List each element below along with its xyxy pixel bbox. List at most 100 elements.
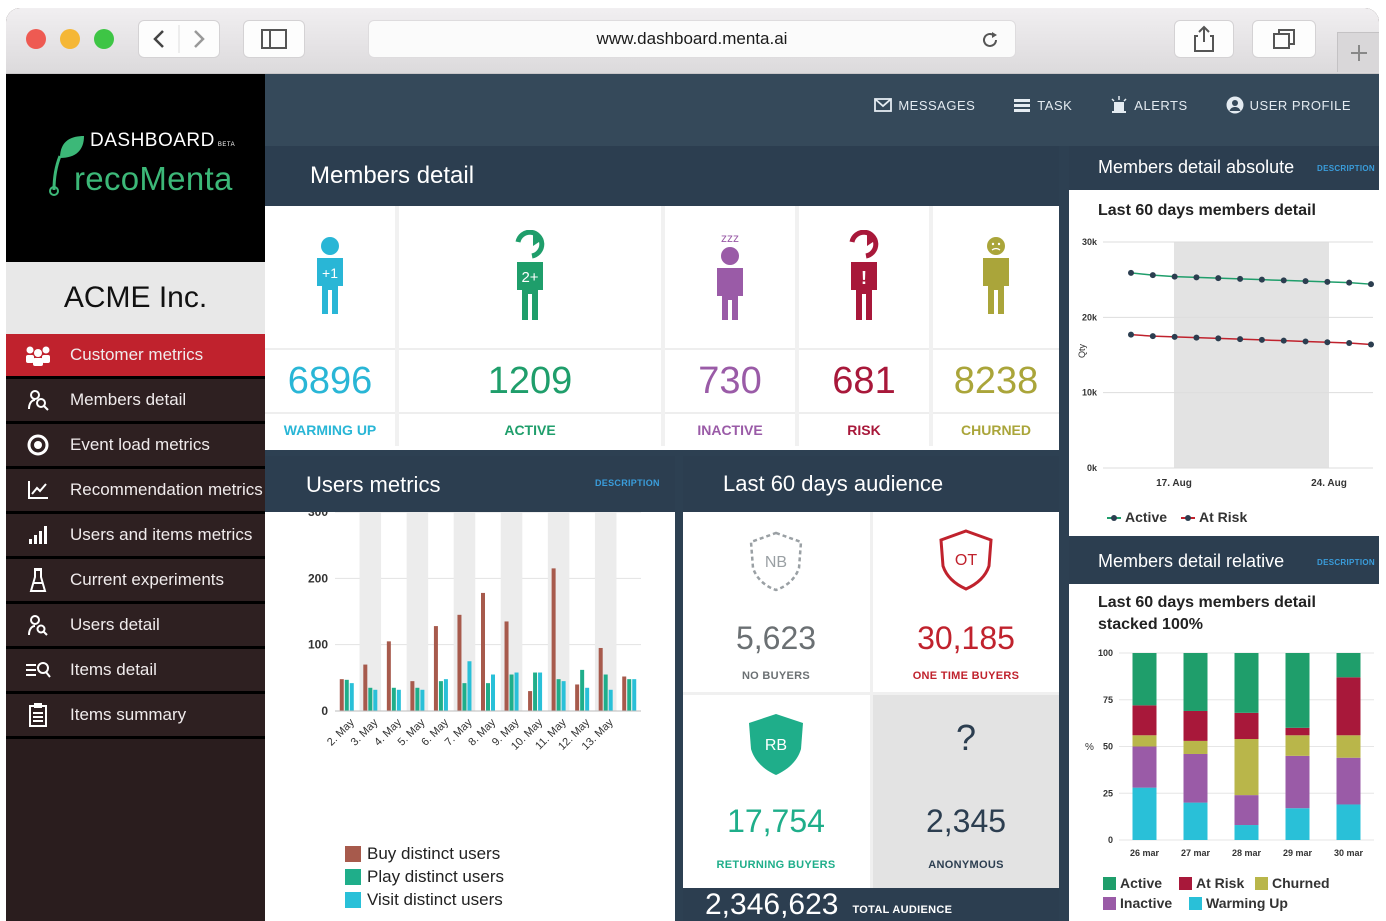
brand-logo[interactable]: DASHBOARD BETA recoMenta — [6, 74, 265, 262]
nav-messages[interactable]: MESSAGES — [874, 96, 975, 114]
sidebar-item-current-experiments[interactable]: Current experiments — [6, 559, 265, 604]
sidebar-item-label: Users and items metrics — [70, 525, 253, 544]
brand-title: DASHBOARD BETA — [90, 130, 235, 152]
member-card-risk[interactable]: ! 681 RISK — [799, 206, 929, 446]
members-absolute-header: Members detail absolute DESCRIPTION — [1069, 146, 1379, 190]
data-point — [1280, 277, 1287, 284]
stacked-segment — [1336, 757, 1361, 805]
close-window-button[interactable] — [26, 29, 46, 49]
bar-chart-icon — [6, 524, 70, 546]
legend-label: Active — [1125, 509, 1167, 525]
stacked-segment — [1234, 795, 1259, 826]
total-audience-value: 2,346,623 — [705, 888, 839, 921]
stacked-segment — [1234, 653, 1259, 713]
legend-item[interactable]: Visit distinct users — [345, 888, 504, 911]
reload-icon[interactable] — [979, 29, 1001, 51]
user-profile-icon — [1226, 96, 1244, 114]
task-list-icon — [1014, 99, 1031, 112]
users-metrics-chart: 01002003002. May3. May4. May5. May6. May… — [308, 512, 641, 753]
legend-item[interactable]: Play distinct users — [345, 865, 504, 888]
tabs-button[interactable] — [1252, 20, 1316, 58]
sidebar-item-customer-metrics[interactable]: Customer metrics — [6, 334, 265, 379]
legend-label: At Risk — [1196, 875, 1244, 891]
nav-alerts[interactable]: ALERTS — [1110, 96, 1187, 114]
users-metrics-panel: Users metrics DESCRIPTION 0 100 200 300 2. M… — [265, 456, 675, 921]
legend-swatch — [1189, 897, 1202, 910]
audience-no-buyers[interactable]: NB 5,623 NO BUYERS — [683, 512, 869, 692]
sidebar-item-users-detail[interactable]: Users detail — [6, 604, 265, 649]
member-card-warming-up[interactable]: +1 6896 WARMING UP — [265, 206, 395, 446]
member-card-churned[interactable]: 8238 CHURNED — [933, 206, 1059, 446]
no-buyers-label: NO BUYERS — [741, 670, 811, 682]
bar — [462, 683, 467, 711]
inactive-label: INACTIVE — [665, 412, 795, 446]
data-point — [1149, 333, 1156, 340]
plus-icon — [1350, 44, 1367, 61]
legend-swatch — [345, 868, 361, 885]
nav-task[interactable]: TASK — [1013, 96, 1072, 114]
stacked-segment — [1183, 653, 1208, 711]
maximize-window-button[interactable] — [94, 29, 114, 49]
person-risk-icon: ! — [799, 206, 929, 346]
y-axis-title: % — [1085, 742, 1094, 753]
bar — [344, 679, 349, 711]
users-metrics-description-link[interactable]: DESCRIPTION — [595, 478, 660, 488]
svg-text:NB: NB — [765, 554, 787, 571]
y-tick-label: 30k — [1082, 237, 1098, 247]
line-chart-icon — [6, 479, 70, 501]
minimize-window-button[interactable] — [60, 29, 80, 49]
sidebar-item-items-summary[interactable]: Items summary — [6, 694, 265, 739]
clipboard-icon — [6, 702, 70, 728]
audience-one-time-buyers[interactable]: OT 30,185 ONE TIME BUYERS — [873, 512, 1059, 692]
churned-label: CHURNED — [933, 412, 1059, 446]
sidebar-item-items-detail[interactable]: Items detail — [6, 649, 265, 694]
bar — [363, 664, 368, 711]
sidebar-item-members-detail[interactable]: Members detail — [6, 379, 265, 424]
x-tick-label: 26 mar — [1130, 848, 1160, 858]
x-tick-label: 28 mar — [1232, 848, 1262, 858]
legend-label: At Risk — [1199, 509, 1247, 525]
data-point — [1324, 278, 1331, 285]
person-sleeping-icon: zzz — [665, 206, 795, 346]
audience-returning-buyers[interactable]: RB 17,754 RETURNING BUYERS — [683, 695, 869, 888]
history-nav — [138, 20, 220, 58]
share-button[interactable] — [1174, 20, 1234, 58]
bar — [481, 592, 485, 711]
member-card-inactive[interactable]: zzz 730 INACTIVE — [665, 206, 795, 446]
svg-text:zzz: zzz — [721, 231, 739, 245]
nav-user-profile[interactable]: USER PROFILE — [1226, 96, 1351, 114]
bar — [391, 687, 396, 711]
sidebar-item-event-load-metrics[interactable]: Event load metrics — [6, 424, 265, 469]
sidebar-item-label: Recommendation metrics — [70, 480, 263, 499]
one-time-buyers-value: 30,185 — [917, 620, 1015, 656]
new-tab-button[interactable] — [1337, 32, 1379, 72]
legend-swatch — [1103, 877, 1116, 890]
bar — [538, 672, 543, 711]
sidebar-item-label: Current experiments — [70, 570, 225, 589]
browser-toolbar: www.dashboard.menta.ai — [6, 8, 1379, 74]
stacked-segment — [1132, 746, 1157, 788]
legend-item[interactable]: Buy distinct users — [345, 842, 504, 865]
members-absolute-panel: Members detail absolute DESCRIPTION Last… — [1069, 146, 1379, 536]
bar — [622, 676, 627, 711]
sidebar-menu: Customer metrics Members detail Event lo… — [6, 334, 265, 739]
url-text: www.dashboard.menta.ai — [596, 29, 788, 48]
member-card-active[interactable]: 2+ 1209 ACTIVE — [399, 206, 661, 446]
members-relative-description-link[interactable]: DESCRIPTION — [1317, 558, 1375, 567]
members-absolute-description-link[interactable]: DESCRIPTION — [1317, 164, 1375, 173]
bar — [410, 681, 415, 711]
pie-icon — [6, 433, 70, 457]
address-bar[interactable]: www.dashboard.menta.ai — [368, 20, 1016, 58]
sidebar-item-users-items-metrics[interactable]: Users and items metrics — [6, 514, 265, 559]
data-point — [1128, 331, 1134, 338]
sidebar-toggle-button[interactable] — [243, 20, 305, 58]
data-point — [1368, 341, 1374, 348]
audience-anonymous[interactable]: ? 2,345 ANONYMOUS — [873, 695, 1059, 888]
data-point — [1171, 273, 1178, 280]
y-tick-label: 100 — [308, 638, 328, 652]
sidebar-item-recommendation-metrics[interactable]: Recommendation metrics — [6, 469, 265, 514]
y-tick-label: 0 — [1108, 835, 1113, 845]
stacked-segment — [1336, 653, 1361, 678]
legend-swatch — [345, 845, 361, 862]
stacked-segment — [1336, 677, 1361, 736]
